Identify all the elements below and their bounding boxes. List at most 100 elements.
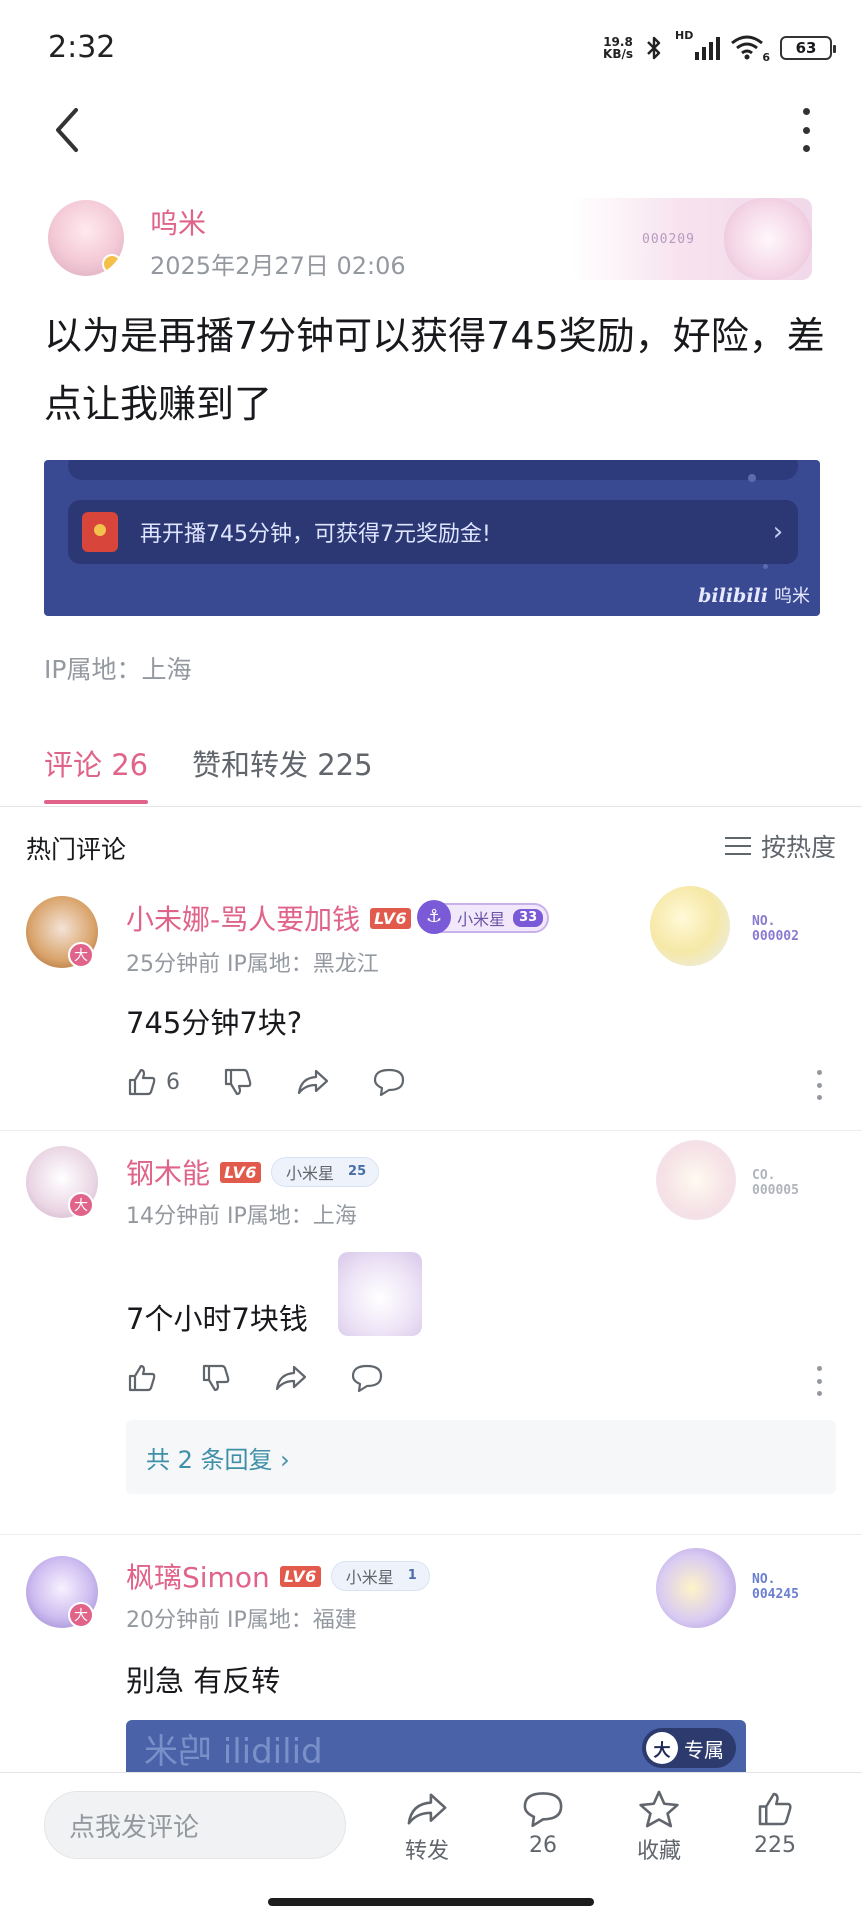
repost-button[interactable]: 转发 (382, 1789, 472, 1865)
share-button[interactable] (274, 1363, 308, 1393)
hot-comments-title: 热门评论 (26, 835, 127, 864)
comment-user[interactable]: 枫璃Simon LV6 小米星 1 (126, 1556, 430, 1596)
reply-button[interactable] (350, 1363, 384, 1393)
watermark-user: 呜米 (774, 586, 810, 607)
red-packet-icon (82, 512, 118, 552)
dislike-button[interactable] (200, 1362, 232, 1394)
fan-badge[interactable]: 小米星 1 (330, 1561, 430, 1591)
comment-actions: 6 (126, 1066, 448, 1098)
battery-icon: 63 (780, 36, 836, 60)
like-count: 225 (754, 1833, 796, 1858)
comment-icon (373, 1068, 405, 1097)
like-count: 6 (166, 1069, 180, 1095)
dislike-button[interactable] (222, 1066, 254, 1098)
thumb-down-icon (202, 1364, 230, 1392)
image-watermark: bilibili 呜米 (698, 582, 810, 608)
comment-divider (0, 1534, 862, 1535)
more-options-button[interactable] (798, 108, 814, 152)
comment-avatar[interactable]: 大 (26, 1146, 98, 1218)
comment-more-button[interactable] (817, 1070, 823, 1100)
thumb-up-icon (758, 1792, 792, 1826)
fan-badge[interactable]: ⚓ 小米星 33 (417, 899, 550, 934)
post-text: 以为是再播7分钟可以获得745奖励，好险，差点让我赚到了 (44, 314, 825, 426)
sticker-image (338, 1252, 422, 1336)
badge-number: 000209 (642, 232, 695, 247)
status-time: 2:32 (48, 30, 116, 65)
comment-decoration-icon (656, 1140, 736, 1220)
comment-no-value: 000005 (752, 1183, 799, 1198)
sort-label: 按热度 (760, 833, 836, 862)
like-button[interactable]: 6 (126, 1066, 180, 1098)
comment-more-button[interactable] (817, 1366, 823, 1396)
comment-icon (523, 1792, 563, 1828)
net-speed: 19.8 KB/s (603, 36, 633, 60)
comment-actions (126, 1362, 426, 1394)
comment-avatar[interactable]: 大 (26, 896, 98, 968)
thumb-down-icon (224, 1068, 252, 1096)
comment-input-placeholder: 点我发评论 (69, 1812, 200, 1843)
level-badge: LV6 (279, 1565, 321, 1587)
fan-badge-name: 小米星 (457, 910, 506, 929)
like-post-button[interactable]: 225 (730, 1789, 820, 1858)
verified-icon (102, 254, 122, 274)
bluetooth-icon (647, 36, 661, 60)
comment-input[interactable]: 点我发评论 (44, 1791, 346, 1859)
favorite-button[interactable]: 收藏 (614, 1789, 704, 1865)
sort-button[interactable]: 按热度 (724, 828, 836, 864)
home-indicator[interactable] (268, 1898, 594, 1906)
view-replies-button[interactable]: 共 2 条回复 › (126, 1420, 836, 1494)
author-avatar[interactable] (48, 200, 124, 276)
comment-no-label: NO. (752, 1572, 776, 1587)
post-image[interactable]: 再开播745分钟，可获得7元奖励金! › bilibili 呜米 (44, 460, 820, 616)
wifi-icon: 6 (730, 34, 770, 64)
comment-image[interactable]: bilibili 呜米 大 专属 (126, 1720, 746, 1776)
comment-fan-number: CO. 000005 (752, 1168, 799, 1198)
tab-active-indicator (44, 800, 148, 804)
vip-badge: 大 (68, 1192, 94, 1218)
exclusive-label: 专属 (684, 1737, 724, 1762)
thumb-up-icon (128, 1364, 156, 1392)
fan-badge[interactable]: 小米星 25 (271, 1157, 380, 1187)
comment-divider (0, 1130, 862, 1131)
reply-button[interactable] (372, 1067, 406, 1097)
exclusive-badge: 大 专属 (642, 1728, 736, 1768)
author-name[interactable]: 呜米 (150, 202, 206, 242)
anchor-icon: ⚓ (417, 899, 452, 934)
repost-label: 转发 (404, 1839, 449, 1864)
fan-badge-level: 25 (348, 1164, 367, 1179)
comment-meta: 25分钟前 IP属地：黑龙江 (126, 952, 379, 977)
tab-likes-reposts[interactable]: 赞和转发 225 (192, 742, 373, 784)
comment-icon (351, 1364, 383, 1393)
back-button[interactable] (48, 104, 88, 156)
favorite-label: 收藏 (636, 1839, 681, 1864)
fan-badge-name: 小米星 (345, 1568, 394, 1587)
comments-button[interactable]: 26 (498, 1789, 588, 1858)
share-button[interactable] (296, 1067, 330, 1097)
bilibili-logo: bilibili (698, 585, 768, 607)
image-dot (763, 564, 768, 569)
author-fan-badge[interactable]: 000209 (572, 198, 812, 280)
comment-no-value: 000002 (752, 929, 799, 944)
comment-text: 7个小时7块钱 (126, 1302, 308, 1336)
share-icon (407, 1793, 447, 1825)
like-button[interactable] (126, 1362, 158, 1394)
badge-decoration-icon (724, 198, 812, 280)
comment-user[interactable]: 钢木能 LV6 小米星 25 (126, 1152, 380, 1192)
comment-decoration-icon (650, 886, 730, 966)
image-reward-row: 再开播745分钟，可获得7元奖励金! › (68, 500, 798, 564)
more-vertical-icon (802, 108, 810, 115)
comment-user[interactable]: 小未娜-骂人要加钱 LV6 ⚓ 小米星 33 (126, 898, 550, 938)
thumb-up-icon (128, 1068, 156, 1096)
level-badge: LV6 (220, 1161, 262, 1183)
comment-username[interactable]: 枫璃Simon (126, 1556, 270, 1596)
comment-username[interactable]: 钢木能 (126, 1152, 210, 1192)
comment-avatar[interactable]: 大 (26, 1556, 98, 1628)
fan-badge-name: 小米星 (286, 1164, 335, 1183)
share-icon (297, 1069, 329, 1095)
tab-comments[interactable]: 评论 26 (44, 742, 148, 784)
comment-username[interactable]: 小未娜-骂人要加钱 (126, 898, 360, 938)
comment-fan-number: NO. 004245 (752, 1572, 799, 1602)
post-ip-location: IP属地：上海 (44, 655, 192, 684)
comment-meta: 14分钟前 IP属地：上海 (126, 1204, 357, 1229)
chevron-right-icon: › (772, 517, 784, 547)
